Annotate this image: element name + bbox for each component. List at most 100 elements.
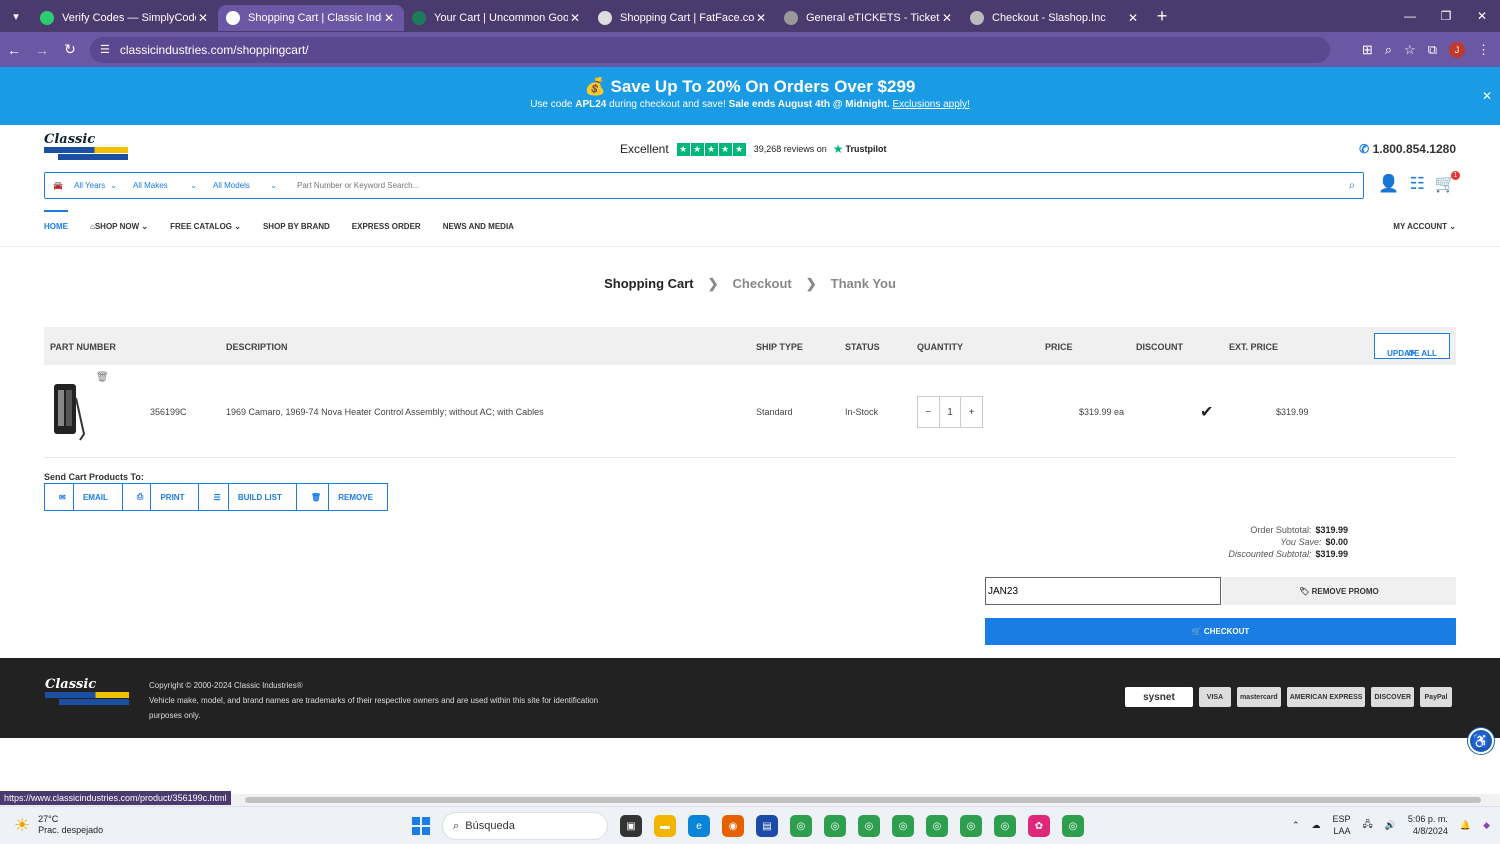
make-select[interactable]: All Makes ⌄	[125, 181, 205, 190]
store-icon[interactable]: ▤	[756, 815, 778, 837]
build-list-button[interactable]: ☰ BUILD LIST	[199, 484, 297, 510]
exclusions-link[interactable]: Exclusions apply!	[893, 99, 970, 110]
profile-avatar[interactable]: J	[1449, 41, 1465, 58]
menu-shop-now[interactable]: ⌂SHOP NOW ⌄	[90, 222, 148, 231]
remove-button[interactable]: 🗑 REMOVE	[297, 484, 387, 510]
clock[interactable]: 5:06 p. m. 4/8/2024	[1408, 813, 1448, 837]
tab-3[interactable]: Shopping Cart | FatFace.com ✕	[590, 5, 776, 31]
close-icon[interactable]: ✕	[568, 11, 582, 25]
update-all-button[interactable]: ⟳ UPDATE ALL	[1374, 333, 1450, 359]
menu-express-order[interactable]: EXPRESS ORDER	[352, 222, 421, 231]
bookmark-star-icon[interactable]: ☆	[1404, 42, 1416, 58]
chrome-icon[interactable]: ◎	[994, 815, 1016, 837]
menu-my-account[interactable]: MY ACCOUNT ⌄	[1393, 222, 1456, 231]
close-icon[interactable]: ✕	[1126, 11, 1140, 25]
quantity-stepper: − 1 +	[917, 396, 983, 428]
year-select[interactable]: 🚘 All Years ⌄	[45, 181, 125, 190]
accessibility-icon[interactable]: ♿	[1468, 728, 1494, 754]
tab-search-icon[interactable]: ▾	[0, 0, 32, 32]
header-discount: DISCOUNT	[1136, 342, 1183, 352]
firefox-icon[interactable]: ◉	[722, 815, 744, 837]
product-image[interactable]	[50, 378, 86, 444]
tab-4[interactable]: General eTICKETS - Ticketing at✕	[776, 5, 962, 31]
chevron-down-icon: ⌄	[110, 181, 117, 190]
site-logo[interactable]: Classic	[44, 133, 128, 160]
tab-0[interactable]: Verify Codes — SimplyCodes ✕	[32, 5, 218, 31]
promo-close-icon[interactable]: ✕	[1482, 89, 1492, 103]
chrome-icon[interactable]: ◎	[1062, 815, 1084, 837]
weather-widget[interactable]: ☀ 27°C Prac. despejado	[14, 814, 103, 836]
menu-shop-by-brand[interactable]: SHOP BY BRAND	[263, 222, 330, 231]
increase-button[interactable]: +	[961, 397, 982, 427]
minimize-icon[interactable]: —	[1392, 0, 1428, 32]
footer-logo[interactable]: Classic	[45, 678, 129, 705]
chrome-icon[interactable]: ◎	[892, 815, 914, 837]
tab-2[interactable]: Your Cart | Uncommon Goods ✕	[404, 5, 590, 31]
etickets-favicon-icon	[784, 11, 798, 25]
row-ext-price: $319.99	[1276, 407, 1309, 417]
cart-icon[interactable]: 🛒 1	[1435, 171, 1460, 194]
chevron-down-icon: ⌄	[190, 181, 197, 190]
search-input[interactable]	[285, 175, 1341, 196]
menu-free-catalog[interactable]: FREE CATALOG ⌄	[170, 222, 241, 231]
translate-icon[interactable]: ⊞	[1362, 42, 1373, 58]
checkout-button[interactable]: 🛒 CHECKOUT	[985, 618, 1456, 645]
browser-menu-icon[interactable]: ⋮	[1477, 42, 1490, 58]
edge-icon[interactable]: e	[688, 815, 710, 837]
row-description[interactable]: 1969 Camaro, 1969-74 Nova Heater Control…	[226, 407, 544, 417]
email-button[interactable]: ✉ EMAIL	[45, 484, 123, 510]
decrease-button[interactable]: −	[918, 397, 939, 427]
chevron-up-icon[interactable]: ⌃	[1292, 820, 1300, 831]
forward-icon[interactable]: →	[28, 42, 56, 58]
promo-code-input[interactable]	[985, 577, 1221, 605]
menu-home[interactable]: HOME	[44, 210, 68, 231]
menu-news-media[interactable]: NEWS AND MEDIA	[443, 222, 514, 231]
list-icon: ☰	[206, 484, 229, 510]
classic-favicon-icon	[226, 11, 240, 25]
maximize-icon[interactable]: ❐	[1428, 0, 1464, 32]
close-icon[interactable]: ✕	[196, 11, 210, 25]
account-icon[interactable]: 👤	[1378, 174, 1399, 194]
chrome-icon[interactable]: ◎	[824, 815, 846, 837]
copilot-icon[interactable]: ◆	[1483, 820, 1490, 831]
trustpilot-widget[interactable]: Excellent ★ ★ ★ ★ ★ 39,268 reviews on ★ Trus…	[620, 142, 887, 156]
notification-bell-icon[interactable]: 🔔	[1460, 820, 1471, 831]
close-icon[interactable]: ✕	[754, 11, 768, 25]
row-part-number[interactable]: 356199C	[150, 407, 187, 417]
phone-number[interactable]: ✆ 1.800.854.1280	[1359, 142, 1456, 156]
close-window-icon[interactable]: ✕	[1464, 0, 1500, 32]
model-select[interactable]: All Models ⌄	[205, 181, 285, 190]
tab-1[interactable]: Shopping Cart | Classic Industri✕	[218, 5, 404, 31]
extensions-icon[interactable]: ⧉	[1428, 42, 1437, 58]
search-icon[interactable]: ⌕	[1341, 178, 1363, 193]
chrome-icon[interactable]: ◎	[926, 815, 948, 837]
network-icon[interactable]: 🖧	[1363, 817, 1373, 833]
url-input[interactable]: ☰ classicindustries.com/shoppingcart/	[90, 36, 1330, 63]
quantity-input[interactable]: 1	[938, 397, 962, 427]
scrollbar-thumb[interactable]	[245, 797, 1481, 803]
volume-icon[interactable]: 🔊	[1385, 820, 1396, 831]
new-tab-icon[interactable]: +	[1148, 6, 1176, 27]
taskbar-search[interactable]: ⌕ Búsqueda	[442, 812, 608, 840]
reload-icon[interactable]: ↻	[56, 41, 84, 58]
file-explorer-icon[interactable]: ▬	[654, 815, 676, 837]
remove-promo-button[interactable]: 🏷 REMOVE PROMO	[1222, 577, 1456, 605]
back-icon[interactable]: ←	[0, 42, 28, 58]
zoom-icon[interactable]: ⌕	[1385, 42, 1392, 58]
language-indicator[interactable]: ESP LAA	[1333, 813, 1351, 837]
chrome-icon[interactable]: ◎	[960, 815, 982, 837]
start-windows-icon[interactable]	[412, 817, 430, 835]
wishlist-icon[interactable]: ☷	[1410, 174, 1425, 194]
close-icon[interactable]: ✕	[382, 11, 396, 25]
site-info-icon[interactable]: ☰	[100, 43, 110, 56]
cloud-icon[interactable]: ☁	[1312, 820, 1321, 831]
trash-icon[interactable]: 🗑	[96, 372, 109, 383]
chrome-icon[interactable]: ◎	[858, 815, 880, 837]
app-icon[interactable]: ✿	[1028, 815, 1050, 837]
print-button[interactable]: ⎙ PRINT	[123, 484, 200, 510]
close-icon[interactable]: ✕	[940, 11, 954, 25]
task-view-icon[interactable]: ▣	[620, 815, 642, 837]
tab-5[interactable]: Checkout - Slashop.Inc ✕	[962, 5, 1148, 31]
discover-icon: DISCOVER	[1371, 687, 1414, 707]
chrome-icon[interactable]: ◎	[790, 815, 812, 837]
